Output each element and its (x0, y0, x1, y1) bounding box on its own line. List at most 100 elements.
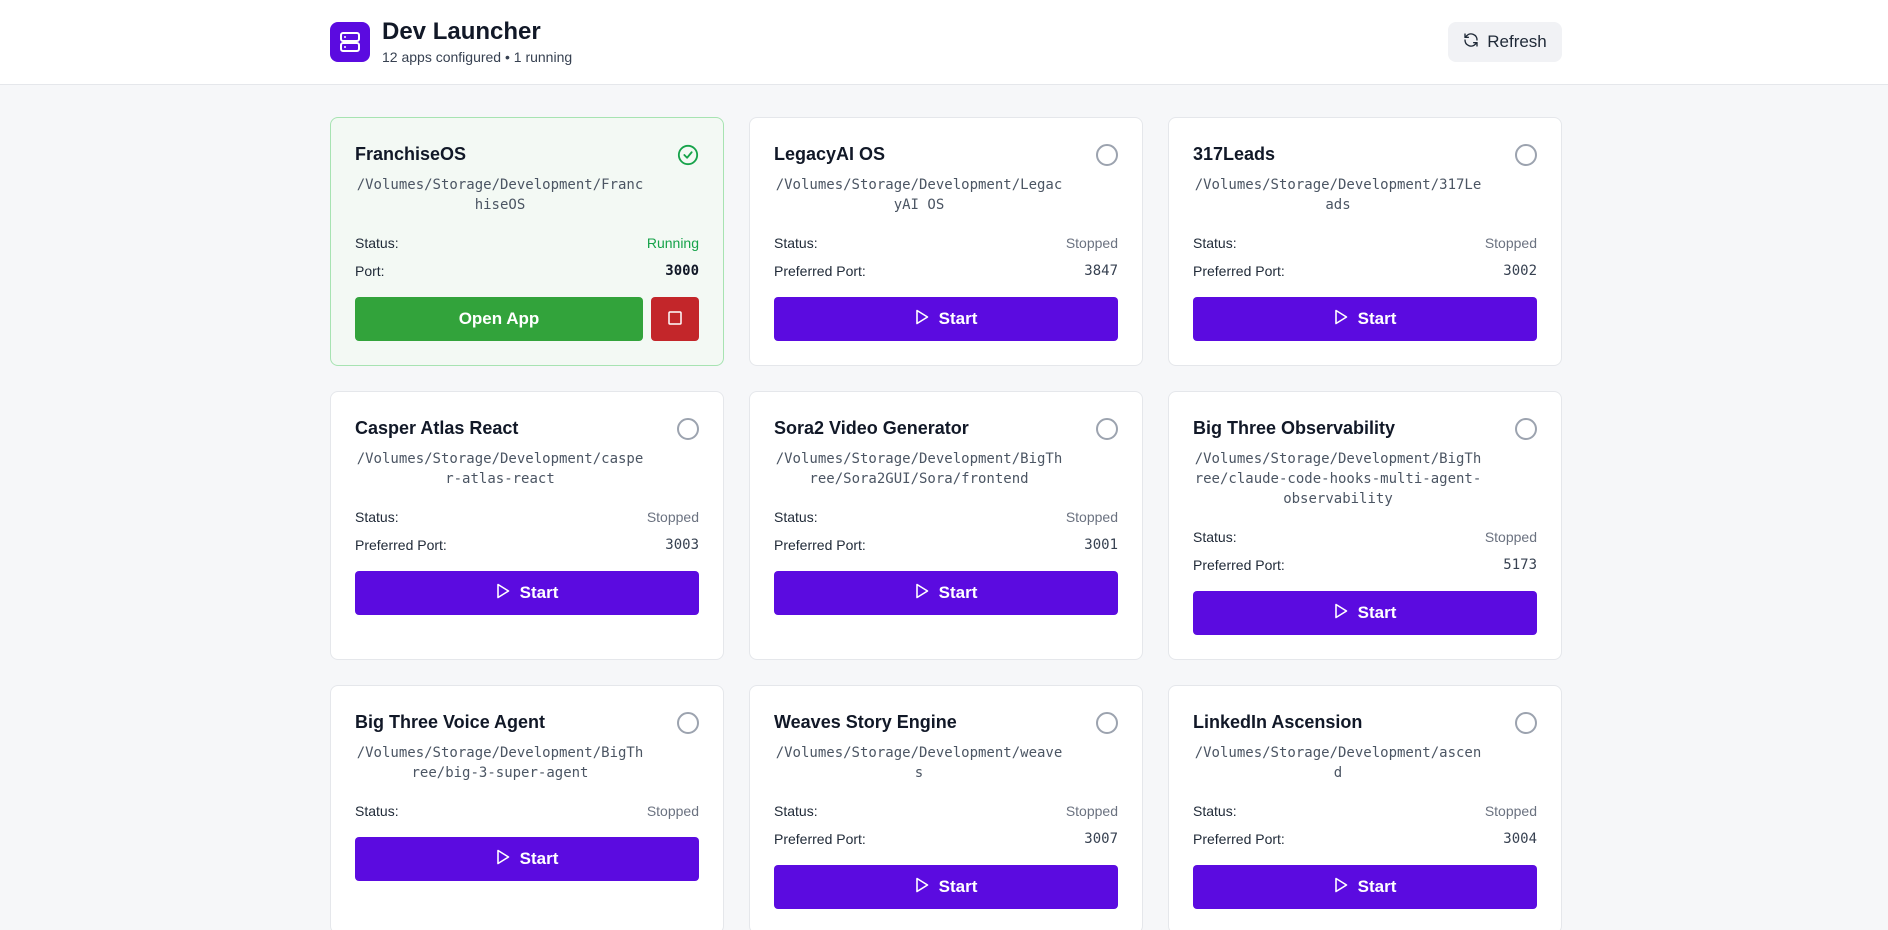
status-value: Stopped (1484, 529, 1537, 545)
app-path: /Volumes/Storage/Development/weaves (775, 745, 1063, 781)
start-button[interactable]: Start (774, 865, 1118, 909)
start-button[interactable]: Start (774, 571, 1118, 615)
start-button[interactable]: Start (774, 297, 1118, 341)
app-card: Big Three Voice Agent /Volumes/Storage/D… (330, 685, 724, 930)
play-icon (1334, 309, 1348, 330)
status-row: Status: Stopped (1193, 229, 1537, 257)
app-path: /Volumes/Storage/Development/FranchiseOS (356, 177, 644, 213)
circle-icon (1096, 418, 1118, 440)
port-value: 3000 (665, 263, 699, 279)
app-card: LinkedIn Ascension /Volumes/Storage/Deve… (1168, 685, 1562, 930)
check-circle-icon (677, 144, 699, 166)
start-label: Start (1357, 309, 1397, 328)
status-label: Status: (355, 803, 399, 819)
play-icon (915, 583, 929, 604)
status-value: Running (646, 235, 699, 251)
app-name: Casper Atlas React (355, 418, 519, 438)
app-path: /Volumes/Storage/Development/BigThree/So… (775, 451, 1063, 487)
play-icon (1334, 877, 1348, 898)
port-value: 3001 (1084, 537, 1118, 553)
port-row: Preferred Port: 5173 (1193, 551, 1537, 579)
port-row: Preferred Port: 3002 (1193, 257, 1537, 285)
app-card: Big Three Observability /Volumes/Storage… (1168, 391, 1562, 660)
status-row: Status: Stopped (355, 503, 699, 531)
port-row: Preferred Port: 3003 (355, 531, 699, 559)
stop-icon (668, 310, 682, 328)
status-row: Status: Stopped (1193, 797, 1537, 825)
status-row: Status: Stopped (1193, 523, 1537, 551)
start-button[interactable]: Start (1193, 865, 1537, 909)
status-row: Status: Stopped (774, 229, 1118, 257)
app-name: Big Three Voice Agent (355, 712, 546, 732)
circle-icon (1515, 418, 1537, 440)
start-button[interactable]: Start (355, 837, 699, 881)
start-label: Start (1357, 603, 1397, 622)
status-value: Stopped (646, 509, 699, 525)
start-label: Start (938, 309, 978, 328)
app-name: FranchiseOS (355, 144, 467, 164)
port-row: Preferred Port: 3007 (774, 825, 1118, 853)
circle-icon (1515, 144, 1537, 166)
app-path: /Volumes/Storage/Development/ascend (1194, 745, 1482, 781)
status-label: Status: (774, 803, 818, 819)
open-app-button[interactable]: Open App (355, 297, 643, 341)
app-name: LinkedIn Ascension (1193, 712, 1363, 732)
status-value: Stopped (646, 803, 699, 819)
app-name: Big Three Observability (1193, 418, 1396, 438)
port-label: Preferred Port: (1193, 557, 1285, 573)
port-label: Preferred Port: (774, 263, 866, 279)
port-row: Preferred Port: 3847 (774, 257, 1118, 285)
circle-icon (677, 418, 699, 440)
status-value: Stopped (1065, 803, 1118, 819)
app-card: Weaves Story Engine /Volumes/Storage/Dev… (749, 685, 1143, 930)
play-icon (496, 583, 510, 604)
app-card: LegacyAI OS /Volumes/Storage/Development… (749, 117, 1143, 366)
start-button[interactable]: Start (1193, 297, 1537, 341)
app-path: /Volumes/Storage/Development/LegacyAI OS (775, 177, 1063, 213)
play-icon (915, 877, 929, 898)
circle-icon (1096, 144, 1118, 166)
page-subtitle: 12 apps configured • 1 running (382, 49, 573, 65)
play-icon (496, 849, 510, 870)
port-value: 5173 (1503, 557, 1537, 573)
app-path: /Volumes/Storage/Development/317Leads (1194, 177, 1482, 213)
page-title: Dev Launcher (382, 18, 541, 45)
start-label: Start (938, 877, 978, 896)
app-name: 317Leads (1193, 144, 1276, 164)
status-value: Stopped (1065, 509, 1118, 525)
app-grid: FranchiseOS /Volumes/Storage/Development… (330, 117, 1562, 930)
server-icon (330, 22, 370, 62)
port-row: Preferred Port: 3004 (1193, 825, 1537, 853)
start-button[interactable]: Start (1193, 591, 1537, 635)
status-value: Stopped (1484, 235, 1537, 251)
app-path: /Volumes/Storage/Development/BigThree/cl… (1194, 451, 1482, 507)
start-label: Start (938, 583, 978, 602)
start-label: Start (519, 583, 559, 602)
refresh-icon (1463, 32, 1479, 53)
port-label: Port: (355, 263, 385, 279)
start-button[interactable]: Start (355, 571, 699, 615)
app-path: /Volumes/Storage/Development/BigThree/bi… (356, 745, 644, 781)
app-name: Weaves Story Engine (774, 712, 957, 732)
play-icon (915, 309, 929, 330)
status-row: Status: Running (355, 229, 699, 257)
start-label: Start (1357, 877, 1397, 896)
status-label: Status: (1193, 803, 1237, 819)
app-path: /Volumes/Storage/Development/casper-atla… (356, 451, 644, 487)
stop-button[interactable] (651, 297, 699, 341)
port-value: 3002 (1503, 263, 1537, 279)
port-value: 3004 (1503, 831, 1537, 847)
status-row: Status: Stopped (774, 503, 1118, 531)
refresh-label: Refresh (1487, 32, 1547, 51)
port-row: Port: 3000 (355, 257, 699, 285)
status-value: Stopped (1065, 235, 1118, 251)
port-row: Preferred Port: 3001 (774, 531, 1118, 559)
port-value: 3847 (1084, 263, 1118, 279)
refresh-button[interactable]: Refresh (1448, 22, 1562, 62)
play-icon (1334, 603, 1348, 624)
app-name: LegacyAI OS (774, 144, 886, 164)
port-label: Preferred Port: (774, 537, 866, 553)
circle-icon (1515, 712, 1537, 734)
status-label: Status: (355, 235, 399, 251)
status-row: Status: Stopped (774, 797, 1118, 825)
